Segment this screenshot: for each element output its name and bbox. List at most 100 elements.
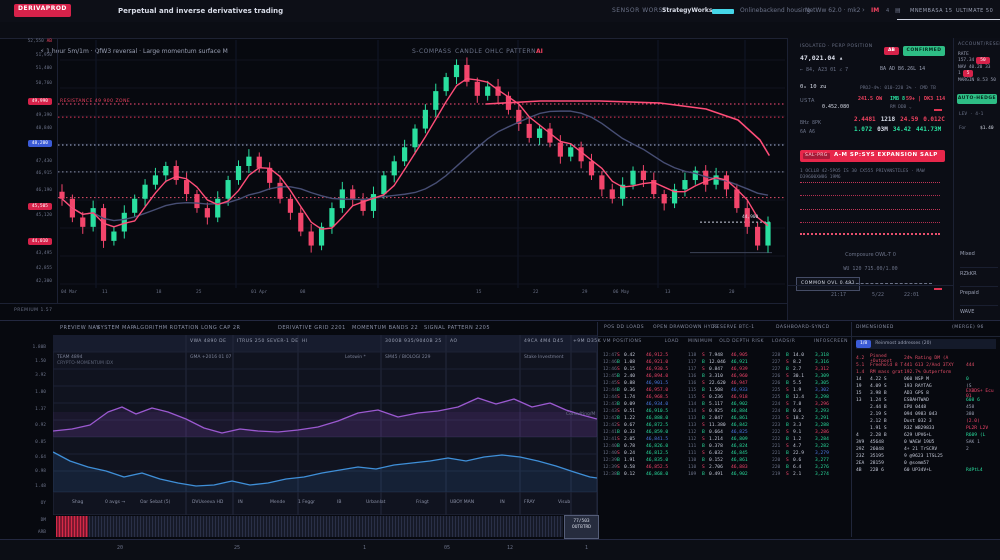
trade-row[interactable]: 117B12.04646,921 <box>688 359 764 366</box>
sidebar-menu-item[interactable]: RZkKR <box>960 267 998 278</box>
trade-row[interactable]: 12:47S0.4246,912.5 <box>603 352 679 359</box>
alert-indicator[interactable]: IM <box>871 7 879 15</box>
time-axis-label[interactable]: 13 <box>665 290 670 296</box>
account-metric-row[interactable]: RATE 157.3450 <box>958 52 998 64</box>
watch-row[interactable]: 5.1Freehold 8 T441 613 2/And 3TXY444 <box>856 362 996 369</box>
trade-row[interactable]: 12:40S0.2446,812.5 <box>603 450 679 457</box>
grid-x-label[interactable]: Urbanlat <box>366 500 385 506</box>
trade-row[interactable]: 12:39B1.9146,835.0 <box>603 457 679 464</box>
trade-row[interactable]: 227S8.23,316 <box>772 359 848 366</box>
trade-row[interactable]: 226B5.53,305 <box>772 380 848 387</box>
trade-row[interactable]: 12:41S2.0546,841.5 <box>603 436 679 443</box>
trade-row[interactable]: 225S1.93,302 <box>772 387 848 394</box>
bottom-tab[interactable]: SYSTEM MAP <box>97 325 134 332</box>
account-metric-row[interactable]: MARGIN 8.53 50 <box>958 78 998 84</box>
trade-row[interactable]: 110B0.15246,861 <box>688 457 764 464</box>
trade-row[interactable]: 116B3.31046,960 <box>688 373 764 380</box>
grid-x-label[interactable]: Shag <box>72 500 83 506</box>
grid-x-label[interactable]: IN <box>500 500 505 506</box>
trade-row[interactable]: 116S22.62046,947 <box>688 380 764 387</box>
ovl-box[interactable]: COMMON OVL 0.491 <box>796 277 860 291</box>
grid-x-label[interactable]: Friagt <box>416 500 429 506</box>
watch-row[interactable]: 2.44 BEPU 0448458 <box>856 404 996 411</box>
rm-dropdown[interactable]: RM DDB ⌄ <box>890 105 912 111</box>
sell-chip[interactable]: AB <box>884 47 899 55</box>
watch-row[interactable]: 42.28 B629 UPV6+LR609 (L <box>856 432 996 439</box>
trade-row[interactable]: 219S2.13,274 <box>772 471 848 478</box>
grid-x-label[interactable]: UBOY MAN <box>450 500 474 506</box>
time-axis-label[interactable]: 18 <box>156 290 161 296</box>
menu-ultimate[interactable]: ULTIMATE 50 <box>956 8 993 15</box>
trade-row[interactable]: 109B0.49146,902 <box>688 471 764 478</box>
watch-row[interactable]: 1.91 SR3Z WB29833PL2R L2V <box>856 425 996 432</box>
indicator-grid-chart[interactable] <box>53 335 597 515</box>
sidebar-menu-item[interactable]: WAVE <box>960 305 998 316</box>
candlestick-chart[interactable] <box>57 38 787 303</box>
sidebar-menu-item[interactable]: Prepaid <box>960 286 998 297</box>
table-title[interactable]: POS DD LOADS <box>604 325 644 331</box>
grid-x-label[interactable]: 0 avgs → <box>105 500 125 506</box>
menu-mnembasa[interactable]: MNEMBASA 15 <box>910 8 953 15</box>
grid-x-label[interactable]: 1 Feggr <box>298 500 315 506</box>
trade-row[interactable]: 12:46S0.1546,930.5 <box>603 366 679 373</box>
grid-x-label[interactable]: FRAY <box>524 500 535 506</box>
trade-row[interactable]: 12:45S0.8846,901.5 <box>603 380 679 387</box>
time-axis-label[interactable]: 06 May <box>613 290 629 296</box>
trade-row[interactable]: 114S0.92546,884 <box>688 408 764 415</box>
table-title[interactable]: OPEN DRAWDOWN HYD3 <box>653 325 718 331</box>
trade-row[interactable]: 222S9.13,286 <box>772 429 848 436</box>
trade-row[interactable]: 220S0.63,277 <box>772 457 848 464</box>
confirm-button[interactable]: CONFIRMED <box>903 46 945 56</box>
watch-row[interactable]: 4B22B 660 UP34V+LRdPtL4 <box>856 467 996 474</box>
time-axis-label[interactable]: 29 <box>582 290 587 296</box>
trade-row[interactable]: 112S1.21446,809 <box>688 436 764 443</box>
trade-row[interactable]: 112B0.66446,825 <box>688 429 764 436</box>
watch-row[interactable]: 144.22 S060 NSP M0 <box>856 376 996 383</box>
trade-row[interactable]: 225B12.43,298 <box>772 394 848 401</box>
time-axis-label[interactable]: 11 <box>102 290 107 296</box>
trade-row[interactable]: 111B0.37846,824 <box>688 443 764 450</box>
trade-row[interactable]: 223S18.23,291 <box>772 415 848 422</box>
grid-x-label[interactable]: DVUseeva HD <box>192 500 223 506</box>
time-axis-label[interactable]: 04 Mar <box>61 290 77 296</box>
trade-row[interactable]: 12:43B0.0946,934.0 <box>603 401 679 408</box>
trade-row[interactable]: 224B0.63,293 <box>772 408 848 415</box>
trade-row[interactable]: 12:45B2.4046,894.0 <box>603 373 679 380</box>
trade-row[interactable]: 113S11.38046,842 <box>688 422 764 429</box>
auto-hedge-button[interactable]: AUTO-HEDGE <box>957 94 997 104</box>
trade-row[interactable]: 12:40B0.7846,826.0 <box>603 443 679 450</box>
trade-row[interactable]: 12:46B1.0846,921.0 <box>603 359 679 366</box>
trade-row[interactable]: 111S6.03246,845 <box>688 450 764 457</box>
scrubber-selection[interactable] <box>56 516 88 537</box>
trade-row[interactable]: 118S7.94846,905 <box>688 352 764 359</box>
timeline-scrubber[interactable] <box>56 516 563 537</box>
time-axis-label[interactable]: 20 <box>729 290 734 296</box>
table-title[interactable]: DASHBOARD-SYNCD <box>776 325 830 331</box>
watch-row[interactable]: 3V9456480 WAEW 19U5SAK 1 <box>856 439 996 446</box>
bottom-tab[interactable]: SIGNAL PATTERN 2205 <box>424 325 490 332</box>
bottom-tab[interactable]: ALGORITHM ROTATION LONG CAP 2R <box>133 325 241 332</box>
grid-x-label[interactable]: IB <box>337 500 341 506</box>
grid-x-label[interactable]: Oar Sebat (5) <box>140 500 170 506</box>
trade-row[interactable]: 12:43S0.5146,910.5 <box>603 408 679 415</box>
trade-row[interactable]: 117S0.84746,939 <box>688 366 764 373</box>
trade-row[interactable]: 12:42S0.6746,872.5 <box>603 422 679 429</box>
table-title[interactable]: DIMENSIONED <box>856 325 894 331</box>
trade-row[interactable]: 12:41B0.3346,859.0 <box>603 429 679 436</box>
time-axis-label[interactable]: 25 <box>196 290 201 296</box>
notifications-count[interactable]: 4 <box>886 8 889 15</box>
watch-row[interactable]: 131.24 SESBAHTWAD608 6 <box>856 397 996 404</box>
trade-row[interactable]: 115B1.50846,933 <box>688 387 764 394</box>
trade-row[interactable]: 224S7.83,296 <box>772 401 848 408</box>
time-axis-label[interactable]: 22 <box>533 290 538 296</box>
watch-row[interactable]: 4.2Pinned +Outpost24% Rating DM (A <box>856 355 996 362</box>
trade-row[interactable]: 12:38B0.1246,868.0 <box>603 471 679 478</box>
trade-row[interactable]: 221S4.73,282 <box>772 443 848 450</box>
trade-row[interactable]: 222B1.23,284 <box>772 436 848 443</box>
trade-row[interactable]: 115S0.23646,918 <box>688 394 764 401</box>
watch-row[interactable]: 1.4RM mass grat192.7% Outperform <box>856 369 996 376</box>
trade-row[interactable]: 227B2.73,312 <box>772 366 848 373</box>
trade-row[interactable]: 114B5.11746,902 <box>688 401 764 408</box>
chevron-right-icon[interactable]: › <box>862 5 865 15</box>
trade-row[interactable]: 12:44B0.3646,957.0 <box>603 387 679 394</box>
